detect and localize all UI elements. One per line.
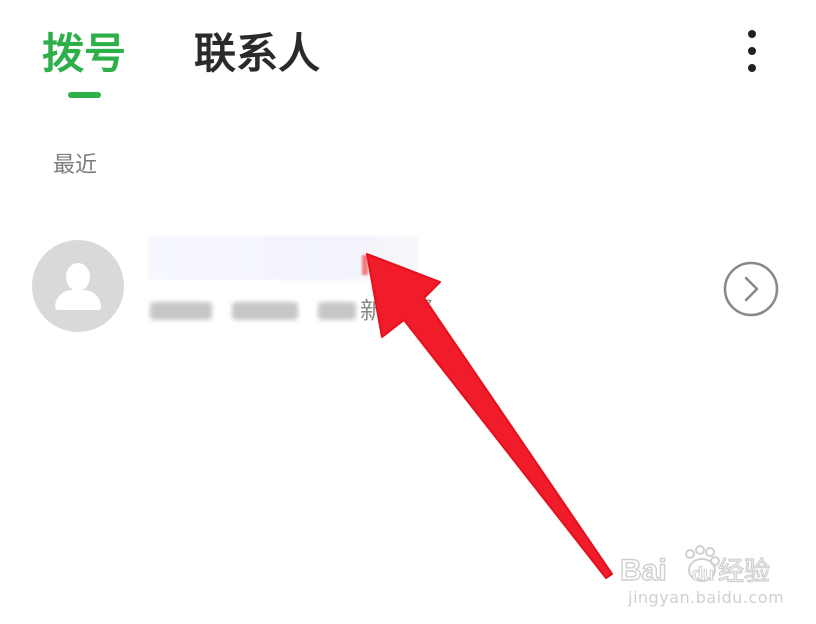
redacted-detail-part [318,302,356,320]
recent-call-row[interactable]: 新套餐 [0,225,816,347]
watermark-url: jingyan.baidu.com [628,588,785,607]
dialer-screen: 拨号 联系人 最近 新套餐 Bai du 经验 jingyan.baidu.co… [0,0,816,624]
call-detail-text: 新套餐 [360,297,435,325]
redaction-mark [362,255,368,275]
tab-contacts[interactable]: 联系人 [194,24,320,84]
redacted-detail-part [232,302,298,320]
svg-text:du: du [692,564,714,584]
recent-section-label: 最近 [53,153,98,178]
tab-dial[interactable]: 拨号 [42,24,126,84]
redacted-detail-part [150,302,212,320]
svg-text:Bai: Bai [620,554,667,587]
contact-name-redacted [148,236,418,280]
chevron-right-circle-icon [723,261,779,317]
active-tab-indicator [68,92,101,98]
call-info-button[interactable] [722,260,780,318]
more-options-button[interactable] [730,26,774,76]
avatar[interactable] [32,240,124,332]
watermark-logo: Bai du 经验 [618,544,788,588]
svg-text:经验: 经验 [718,557,770,587]
call-detail: 新套餐 [150,294,435,328]
